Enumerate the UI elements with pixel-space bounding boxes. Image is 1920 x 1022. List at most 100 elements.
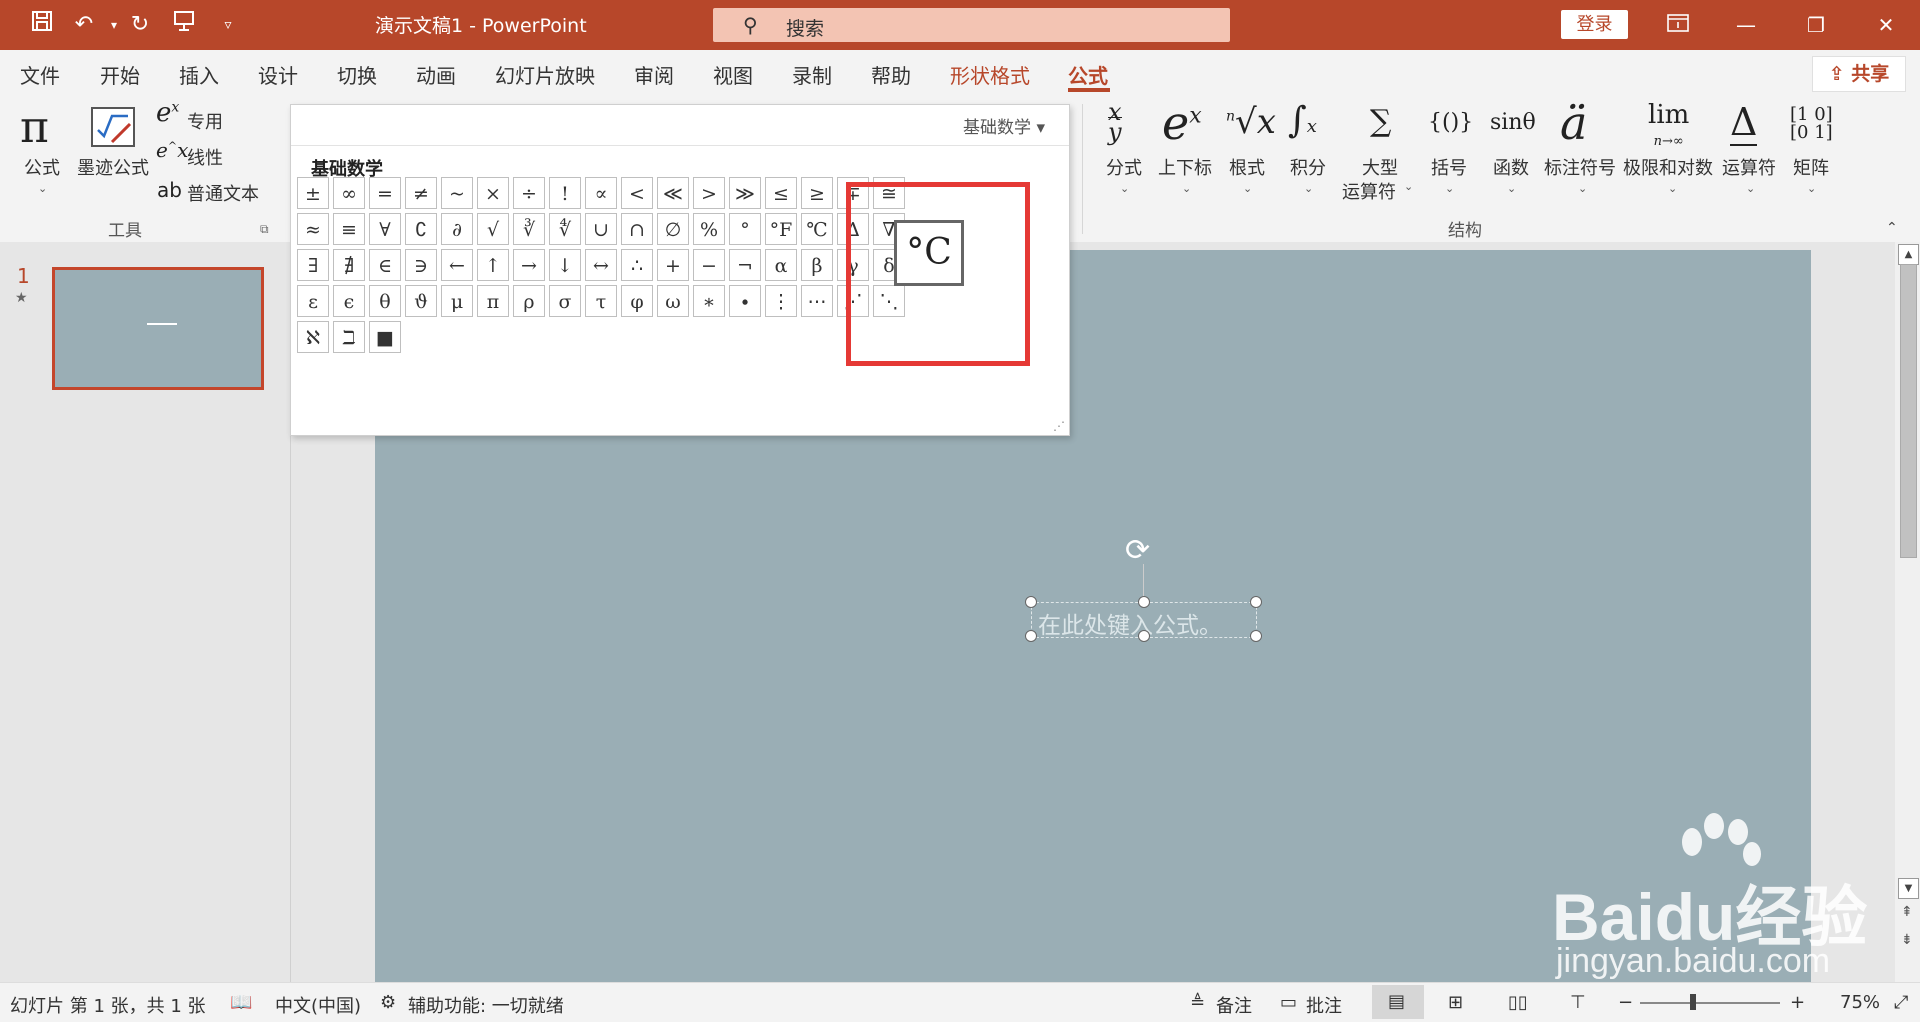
symbol-button[interactable]: τ — [585, 285, 617, 317]
save-icon[interactable] — [26, 10, 58, 40]
symbol-button[interactable]: ∪ — [585, 213, 617, 245]
symbol-button[interactable]: ! — [549, 177, 581, 209]
undo-icon[interactable]: ↶ — [68, 10, 100, 40]
symbol-button[interactable]: > — [693, 177, 725, 209]
scroll-up-icon[interactable]: ▲ — [1898, 244, 1919, 265]
symbol-button[interactable]: → — [513, 249, 545, 281]
symbol-button[interactable]: + — [657, 249, 689, 281]
tab-home[interactable]: 开始 — [100, 60, 140, 89]
accessibility-icon[interactable]: ⚙ — [380, 992, 396, 1013]
symbol-button[interactable]: ∗ — [693, 285, 725, 317]
symbol-button[interactable]: ℃ — [801, 213, 833, 245]
login-button[interactable]: 登录 — [1561, 10, 1628, 39]
symbol-button[interactable]: ϑ — [405, 285, 437, 317]
close-icon[interactable]: ✕ — [1866, 8, 1906, 42]
symbol-button[interactable]: ∙ — [729, 285, 761, 317]
symbol-button[interactable]: ∈ — [369, 249, 401, 281]
slideshow-view-icon[interactable]: ⊤ — [1570, 992, 1586, 1013]
symbol-button[interactable]: ϵ — [333, 285, 365, 317]
tab-transitions[interactable]: 切换 — [337, 60, 377, 89]
present-from-start-icon[interactable] — [168, 10, 200, 40]
zoom-in-button[interactable]: + — [1790, 992, 1805, 1013]
symbol-button[interactable]: θ — [369, 285, 401, 317]
symbol-button[interactable]: ε — [297, 285, 329, 317]
resize-grip-icon[interactable]: ⋰ — [1053, 419, 1065, 433]
minimize-icon[interactable]: — — [1726, 8, 1766, 42]
symbol-button[interactable]: ⋯ — [801, 285, 833, 317]
tab-shape-format[interactable]: 形状格式 — [950, 60, 1030, 89]
tab-review[interactable]: 审阅 — [634, 60, 674, 89]
symbol-button[interactable]: ∂ — [441, 213, 473, 245]
normal-view-button[interactable]: ▤ — [1372, 985, 1424, 1019]
resize-handle[interactable] — [1250, 596, 1262, 608]
symbol-button[interactable]: ∩ — [621, 213, 653, 245]
reading-view-icon[interactable]: ▯▯ — [1508, 992, 1528, 1013]
zoom-slider-thumb[interactable] — [1690, 994, 1696, 1010]
collapse-ribbon-icon[interactable]: ⌃ — [1886, 220, 1898, 236]
comments-icon[interactable]: ▭ — [1280, 992, 1297, 1013]
redo-icon[interactable]: ↻ — [124, 10, 156, 40]
symbol-button[interactable]: ↔ — [585, 249, 617, 281]
next-slide-icon[interactable]: ⇟ — [1901, 932, 1913, 948]
symbol-button[interactable]: ∋ — [405, 249, 437, 281]
tab-record[interactable]: 录制 — [792, 60, 832, 89]
symbol-button[interactable]: °F — [765, 213, 797, 245]
symbol-button[interactable]: ∁ — [405, 213, 437, 245]
symbol-button[interactable]: ρ — [513, 285, 545, 317]
vertical-scrollbar[interactable]: ▲ ▼ ⇞ ⇟ — [1895, 242, 1920, 982]
symbol-button[interactable]: ÷ — [513, 177, 545, 209]
fit-to-window-icon[interactable]: ⤢ — [1894, 992, 1908, 1013]
rotate-handle-icon[interactable]: ⟳ — [1125, 533, 1150, 568]
symbol-button[interactable]: ∞ — [333, 177, 365, 209]
symbol-category-dropdown[interactable]: 基础数学 ▾ — [963, 113, 1045, 138]
tab-slideshow[interactable]: 幻灯片放映 — [495, 60, 595, 89]
restore-icon[interactable]: ❐ — [1796, 8, 1836, 42]
dialog-launcher-icon[interactable]: ⧉ — [260, 222, 269, 237]
symbol-button[interactable]: ∴ — [621, 249, 653, 281]
share-button[interactable]: ⇪ 共享 — [1812, 56, 1906, 92]
symbol-button[interactable]: × — [477, 177, 509, 209]
zoom-level[interactable]: 75% — [1840, 992, 1880, 1013]
symbol-button[interactable]: ℵ — [297, 321, 329, 353]
symbol-button[interactable]: π — [477, 285, 509, 317]
symbol-button[interactable]: ∜ — [549, 213, 581, 245]
symbol-button[interactable]: ≪ — [657, 177, 689, 209]
symbol-button[interactable]: ° — [729, 213, 761, 245]
symbol-button[interactable]: − — [693, 249, 725, 281]
tab-file[interactable]: 文件 — [20, 60, 60, 89]
tab-design[interactable]: 设计 — [258, 60, 298, 89]
symbol-button[interactable]: ~ — [441, 177, 473, 209]
symbol-button[interactable]: = — [369, 177, 401, 209]
resize-handle[interactable] — [1138, 596, 1150, 608]
resize-handle[interactable] — [1025, 596, 1037, 608]
tab-insert[interactable]: 插入 — [179, 60, 219, 89]
language-status[interactable]: 中文(中国) — [275, 992, 361, 1018]
search-input[interactable]: ⚲ 搜索 — [713, 8, 1230, 42]
zoom-slider[interactable] — [1640, 1002, 1780, 1004]
symbol-button[interactable]: β — [801, 249, 833, 281]
symbol-button[interactable]: ∃ — [297, 249, 329, 281]
previous-slide-icon[interactable]: ⇞ — [1901, 904, 1913, 920]
accessibility-status[interactable]: 辅助功能: 一切就绪 — [408, 992, 564, 1018]
symbol-button[interactable]: ∄ — [333, 249, 365, 281]
symbol-button[interactable]: φ — [621, 285, 653, 317]
symbol-button[interactable]: ≠ — [405, 177, 437, 209]
scrollbar-thumb[interactable] — [1900, 264, 1917, 558]
symbol-button[interactable]: ■ — [369, 321, 401, 353]
symbol-button[interactable]: ω — [657, 285, 689, 317]
symbol-button[interactable]: ↓ — [549, 249, 581, 281]
tab-equation[interactable]: 公式 — [1068, 60, 1108, 89]
symbol-button[interactable]: ℶ — [333, 321, 365, 353]
symbol-button[interactable]: % — [693, 213, 725, 245]
notes-button[interactable]: 备注 — [1216, 992, 1252, 1018]
resize-handle[interactable] — [1138, 630, 1150, 642]
symbol-button[interactable]: ⋮ — [765, 285, 797, 317]
resize-handle[interactable] — [1025, 630, 1037, 642]
symbol-button[interactable]: ∝ — [585, 177, 617, 209]
slide-thumbnail[interactable] — [52, 267, 264, 390]
symbol-button[interactable]: ¬ — [729, 249, 761, 281]
resize-handle[interactable] — [1250, 630, 1262, 642]
customize-toolbar-icon[interactable]: ▿ — [212, 10, 244, 40]
scroll-down-icon[interactable]: ▼ — [1898, 878, 1919, 899]
spellcheck-icon[interactable]: 📖 — [230, 992, 252, 1013]
